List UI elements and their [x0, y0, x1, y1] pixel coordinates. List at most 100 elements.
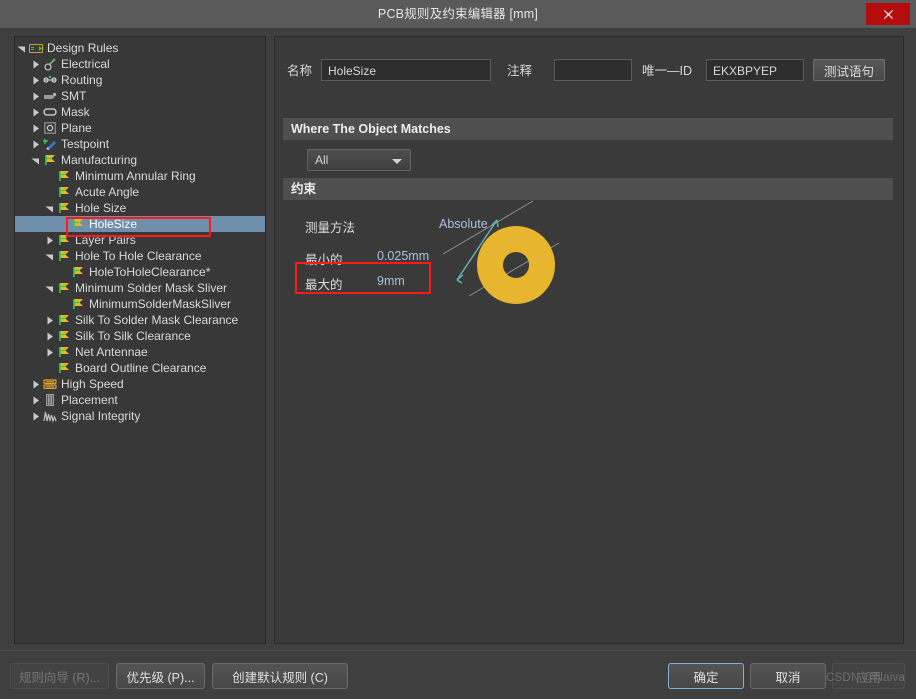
maximum-label: 最大的 [305, 278, 343, 292]
tree-twisty-collapsed[interactable] [29, 120, 41, 136]
tree-item-holesize[interactable]: HoleSize [15, 216, 265, 232]
rule-flag-icon [55, 184, 73, 200]
tree-item-label: Signal Integrity [61, 409, 141, 423]
tree-twisty-expanded[interactable] [15, 40, 27, 56]
rule-flag-icon [55, 328, 73, 344]
chevron-down-icon [392, 159, 402, 164]
tree-item-mask[interactable]: Mask [15, 104, 265, 120]
tree-item-net-antennae[interactable]: Net Antennae [15, 344, 265, 360]
comment-label: 注释 [507, 64, 533, 78]
tree-item-testpoint[interactable]: Testpoint [15, 136, 265, 152]
rule-flag-icon [69, 216, 87, 232]
constraints-header: 约束 [283, 178, 893, 200]
rule-flag-icon [55, 312, 73, 328]
footer-bar: 规则向导 (R)... 优先级 (P)... 创建默认规则 (C) 确定 取消 … [0, 650, 916, 699]
tree-item-minimumsoldermasksliver[interactable]: MinimumSolderMaskSliver [15, 296, 265, 312]
tree-item-routing[interactable]: Routing [15, 72, 265, 88]
priority-button[interactable]: 优先级 (P)... [116, 663, 205, 689]
rule-flag-icon [69, 264, 87, 280]
where-object-matches-header: Where The Object Matches [283, 118, 893, 140]
tree-item-placement[interactable]: Placement [15, 392, 265, 408]
rule-wizard-button[interactable]: 规则向导 (R)... [10, 663, 109, 689]
tree-item-label: Plane [61, 121, 92, 135]
tree-twisty-expanded[interactable] [29, 152, 41, 168]
tree-twisty-collapsed[interactable] [29, 136, 41, 152]
tree-item-board-outline-clearance[interactable]: Board Outline Clearance [15, 360, 265, 376]
tree-item-label: Hole Size [75, 201, 127, 215]
tree-item-design-rules[interactable]: Design Rules [15, 40, 265, 56]
tree-item-minimum-annular-ring[interactable]: Minimum Annular Ring [15, 168, 265, 184]
tree-twisty-collapsed[interactable] [43, 312, 55, 328]
design-rules-tree[interactable]: Design Rules Electrical Routing SMT Mask Plan… [14, 36, 266, 644]
tree-item-label: Manufacturing [61, 153, 138, 167]
tree-twisty-collapsed[interactable] [29, 376, 41, 392]
unique-id-label: 唯一—ID [642, 64, 693, 78]
create-default-rules-button[interactable]: 创建默认规则 (C) [212, 663, 348, 689]
window-title: PCB规则及约束编辑器 [mm] [377, 7, 539, 21]
tree-item-label: Silk To Silk Clearance [75, 329, 191, 343]
scope-select[interactable]: All [307, 149, 411, 171]
tree-item-electrical[interactable]: Electrical [15, 56, 265, 72]
tree-twisty-collapsed[interactable] [43, 328, 55, 344]
tree-item-label: Testpoint [61, 137, 110, 151]
rule-flag-icon [55, 360, 73, 376]
cancel-button[interactable]: 取消 [750, 663, 826, 689]
testpoint-icon [41, 136, 59, 152]
tree-item-smt[interactable]: SMT [15, 88, 265, 104]
smt-icon [41, 88, 59, 104]
apply-button[interactable]: 应用 [832, 663, 905, 689]
tree-item-label: SMT [61, 89, 87, 103]
tree-item-plane[interactable]: Plane [15, 120, 265, 136]
tree-item-signal-integrity[interactable]: Signal Integrity [15, 408, 265, 424]
minimum-label: 最小的 [305, 253, 343, 267]
tree-twisty-expanded[interactable] [43, 280, 55, 296]
tree-item-acute-angle[interactable]: Acute Angle [15, 184, 265, 200]
electrical-icon [41, 56, 59, 72]
tree-twisty-collapsed[interactable] [29, 104, 41, 120]
tree-item-label: Mask [61, 105, 90, 119]
tree-item-label: Minimum Annular Ring [75, 169, 196, 183]
tree-item-label: Placement [61, 393, 118, 407]
rule-flag-icon [55, 168, 73, 184]
tree-twisty-expanded[interactable] [43, 200, 55, 216]
tree-twisty-collapsed[interactable] [43, 344, 55, 360]
tree-item-label: HoleToHoleClearance* [89, 265, 211, 279]
tree-twisty-collapsed[interactable] [29, 56, 41, 72]
tree-item-hole-size[interactable]: Hole Size [15, 200, 265, 216]
rule-flag-icon [55, 280, 73, 296]
tree-item-silk-to-silk-clearance[interactable]: Silk To Silk Clearance [15, 328, 265, 344]
maximum-value[interactable]: 9mm [377, 274, 405, 288]
tree-item-holetoholeclearance[interactable]: HoleToHoleClearance* [15, 264, 265, 280]
minimum-value[interactable]: 0.025mm [377, 249, 429, 263]
tree-twisty-collapsed[interactable] [29, 88, 41, 104]
mask-icon [41, 104, 59, 120]
comment-input[interactable] [554, 59, 632, 81]
tree-item-silk-to-solder-mask-clearance[interactable]: Silk To Solder Mask Clearance [15, 312, 265, 328]
tree-item-minimum-solder-mask-sliver[interactable]: Minimum Solder Mask Sliver [15, 280, 265, 296]
close-button[interactable] [866, 3, 910, 25]
rule-flag-icon [41, 152, 59, 168]
rule-detail-panel: 名称 HoleSize 注释 唯一—ID EKXBPYEP 测试语句 Where… [274, 36, 904, 644]
tree-twisty-expanded[interactable] [43, 248, 55, 264]
unique-id-input[interactable]: EKXBPYEP [706, 59, 804, 81]
name-input[interactable]: HoleSize [321, 59, 491, 81]
tree-twisty-collapsed[interactable] [43, 232, 55, 248]
tree-twisty-collapsed[interactable] [29, 392, 41, 408]
test-query-button[interactable]: 测试语句 [813, 59, 885, 81]
hole-size-illustration [435, 197, 585, 322]
tree-item-label: Net Antennae [75, 345, 148, 359]
tree-item-manufacturing[interactable]: Manufacturing [15, 152, 265, 168]
tree-item-label: Silk To Solder Mask Clearance [75, 313, 239, 327]
tree-item-high-speed[interactable]: High Speed [15, 376, 265, 392]
tree-twisty-collapsed[interactable] [29, 72, 41, 88]
tree-item-label: Acute Angle [75, 185, 140, 199]
tree-item-layer-pairs[interactable]: Layer Pairs [15, 232, 265, 248]
placement-icon [41, 392, 59, 408]
tree-item-label: Design Rules [47, 41, 119, 55]
ok-button[interactable]: 确定 [668, 663, 744, 689]
tree-item-hole-to-hole-clearance[interactable]: Hole To Hole Clearance [15, 248, 265, 264]
tree-item-label: Hole To Hole Clearance [75, 249, 202, 263]
tree-item-label: Layer Pairs [75, 233, 136, 247]
tree-twisty-collapsed[interactable] [29, 408, 41, 424]
scope-select-value: All [315, 153, 329, 167]
